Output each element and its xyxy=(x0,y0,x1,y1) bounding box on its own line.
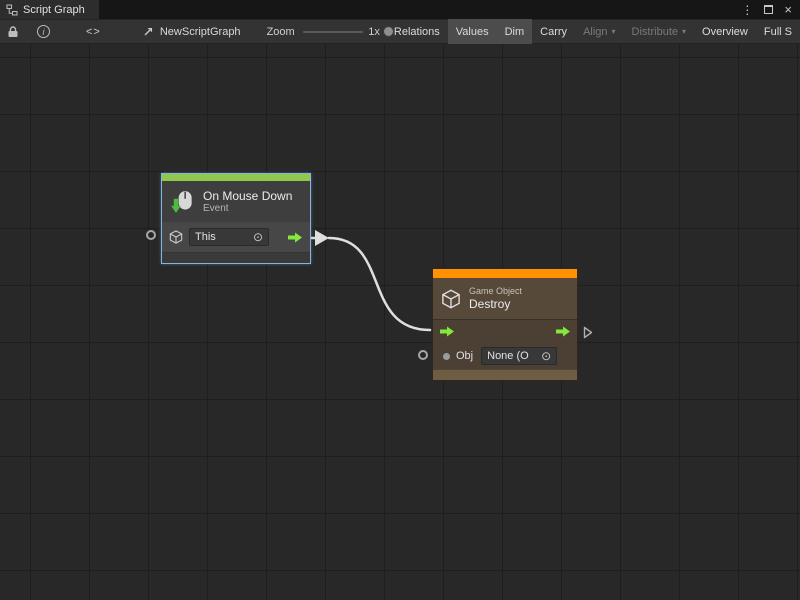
destroy-node[interactable]: Game Object Destroy xyxy=(432,268,578,381)
overview-button[interactable]: Overview xyxy=(694,19,756,44)
object-picker-icon[interactable]: ⊙ xyxy=(541,350,551,362)
on-mouse-down-node[interactable]: On Mouse Down Event This ⊙ xyxy=(161,173,311,264)
target-input-port[interactable] xyxy=(146,230,156,240)
obj-field-value: None (O xyxy=(487,350,529,362)
title-bar: Script Graph ⋮ × xyxy=(0,0,800,19)
kebab-menu-icon[interactable]: ⋮ xyxy=(741,3,753,17)
tab-label: Script Graph xyxy=(23,4,85,16)
event-accent-bar xyxy=(162,174,310,181)
graph-asset-button[interactable]: NewScriptGraph xyxy=(142,26,241,38)
node-subtitle: Event xyxy=(203,203,292,215)
close-icon[interactable]: × xyxy=(784,3,792,16)
lock-button[interactable] xyxy=(4,19,22,44)
info-button[interactable]: i xyxy=(34,19,53,44)
info-icon: i xyxy=(37,25,50,38)
dim-button[interactable]: Dim xyxy=(497,19,533,44)
destroy-accent-bar xyxy=(433,269,577,278)
trigger-output-port[interactable] xyxy=(555,326,571,337)
node-title: Destroy xyxy=(469,297,522,311)
gameobject-cube-icon xyxy=(441,289,461,309)
obj-value-dot xyxy=(443,353,450,360)
destroy-node-header[interactable]: Game Object Destroy xyxy=(433,278,577,319)
chevron-down-icon: ▾ xyxy=(612,27,616,36)
target-field-value: This xyxy=(195,231,216,243)
event-node-header[interactable]: On Mouse Down Event xyxy=(162,181,310,222)
relations-button[interactable]: Relations xyxy=(386,19,448,44)
obj-input-port[interactable] xyxy=(418,350,428,360)
trigger-input-port[interactable] xyxy=(439,326,455,337)
target-object-field[interactable]: This ⊙ xyxy=(189,228,269,246)
fullscreen-button[interactable]: Full S xyxy=(756,19,800,44)
connection-wire[interactable] xyxy=(303,230,430,330)
code-icon: <> xyxy=(86,26,101,38)
node-title: On Mouse Down xyxy=(203,189,292,203)
maximize-icon[interactable] xyxy=(764,5,773,14)
distribute-dropdown[interactable]: Distribute ▾ xyxy=(624,19,694,44)
edit-code-button[interactable]: <> xyxy=(83,19,104,44)
lock-icon xyxy=(7,25,19,38)
zoom-slider[interactable] xyxy=(303,19,364,44)
obj-object-field[interactable]: None (O ⊙ xyxy=(481,347,557,365)
graph-tab-icon xyxy=(6,4,18,16)
node-category: Game Object xyxy=(469,286,522,297)
gameobject-cube-icon xyxy=(169,230,183,244)
destroy-obj-row: Obj None (O ⊙ xyxy=(433,343,577,369)
graph-asset-icon xyxy=(142,26,154,38)
chevron-down-icon: ▾ xyxy=(682,27,686,36)
zoom-value: 1x xyxy=(368,26,380,38)
zoom-slider-track xyxy=(303,31,364,33)
destroy-node-footer xyxy=(433,369,577,380)
graph-toolbar: i <> NewScriptGraph Zoom 1x Relations Va… xyxy=(0,19,800,44)
destroy-trigger-row xyxy=(433,319,577,343)
trigger-output-marker[interactable] xyxy=(583,326,593,339)
graph-name-label: NewScriptGraph xyxy=(160,26,241,38)
tab-script-graph[interactable]: Script Graph xyxy=(0,0,99,19)
zoom-slider-knob[interactable] xyxy=(383,26,394,37)
event-node-body: This ⊙ xyxy=(162,222,310,252)
obj-label: Obj xyxy=(456,350,473,362)
event-node-footer xyxy=(162,252,310,263)
values-button[interactable]: Values xyxy=(448,19,497,44)
mouse-down-icon xyxy=(170,189,196,215)
align-dropdown[interactable]: Align ▾ xyxy=(575,19,623,44)
zoom-label: Zoom xyxy=(267,26,295,38)
graph-canvas[interactable]: On Mouse Down Event This ⊙ xyxy=(0,44,800,600)
carry-button[interactable]: Carry xyxy=(532,19,575,44)
trigger-output-port[interactable] xyxy=(287,232,303,243)
object-picker-icon[interactable]: ⊙ xyxy=(253,231,263,243)
script-graph-window: Script Graph ⋮ × i <> xyxy=(0,0,800,600)
